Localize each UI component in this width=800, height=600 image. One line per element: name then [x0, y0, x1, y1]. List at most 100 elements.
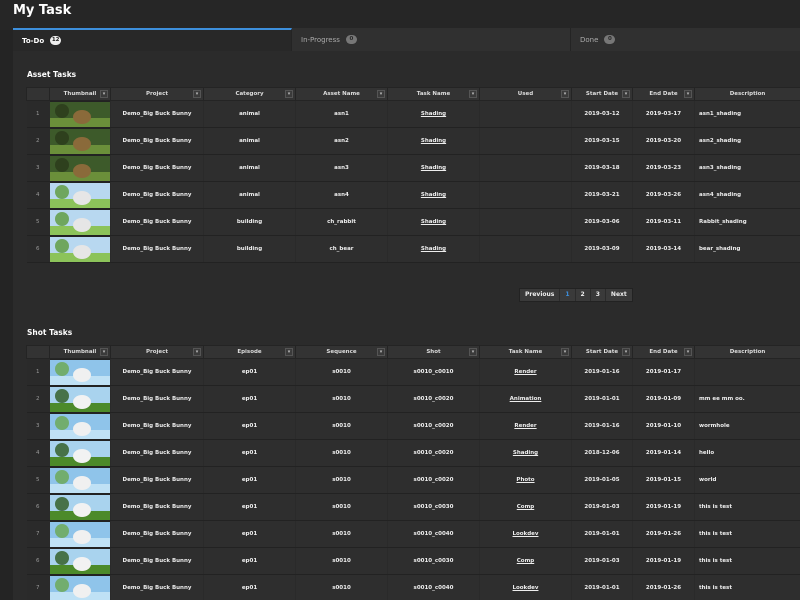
end-date-cell: 2019-03-20	[632, 127, 695, 155]
column-dropdown-icon[interactable]: ▾	[285, 348, 293, 356]
task-name-link[interactable]: Shading	[421, 246, 446, 252]
column-header[interactable]: Shot ▾	[387, 345, 480, 359]
column-dropdown-icon[interactable]: ▾	[193, 90, 201, 98]
table-row[interactable]: 7 Demo_Big Buck Bunny ep01 s0010 s0010_c0040…	[26, 574, 800, 600]
column-header[interactable]: End Date ▾	[632, 87, 695, 101]
column-header[interactable]: Project ▾	[110, 87, 204, 101]
column-header[interactable]: Category ▾	[203, 87, 296, 101]
column-dropdown-icon[interactable]: ▾	[561, 90, 569, 98]
thumbnail-cell[interactable]	[49, 127, 111, 155]
column-dropdown-icon[interactable]: ▾	[193, 348, 201, 356]
table-row[interactable]: 4 Demo_Big Buck Bunny animal asn4 Shading 201…	[26, 181, 800, 209]
column-header[interactable]: Start Date ▾	[571, 87, 633, 101]
task-name-cell: Render	[479, 412, 572, 440]
pagination-page-2[interactable]: 2	[576, 289, 591, 301]
thumbnail-cell[interactable]	[49, 547, 111, 575]
thumbnail-cell[interactable]	[49, 358, 111, 386]
table-row[interactable]: 5 Demo_Big Buck Bunny ep01 s0010 s0010_c0020…	[26, 466, 800, 494]
thumbnail-cell[interactable]	[49, 493, 111, 521]
table-row[interactable]: 1 Demo_Big Buck Bunny animal asn1 Shading 201…	[26, 100, 800, 128]
table-row[interactable]: 2 Demo_Big Buck Bunny animal asn2 Shading 201…	[26, 127, 800, 155]
column-header[interactable]: Used ▾	[479, 87, 572, 101]
task-name-link[interactable]: Photo	[516, 477, 534, 483]
table-row[interactable]: 2 Demo_Big Buck Bunny ep01 s0010 s0010_c0020…	[26, 385, 800, 413]
column-header[interactable]: Thumbnail ▾	[49, 345, 111, 359]
table-row[interactable]: 6 Demo_Big Buck Bunny ep01 s0010 s0010_c0030…	[26, 493, 800, 521]
tab-in-progress[interactable]: In-Progress 0	[292, 28, 571, 51]
task-name-link[interactable]: Comp	[517, 558, 534, 564]
table-row[interactable]: 4 Demo_Big Buck Bunny ep01 s0010 s0010_c0020…	[26, 439, 800, 467]
pagination-previous-button[interactable]: Previous	[520, 289, 561, 301]
project-cell: Demo_Big Buck Bunny	[110, 181, 204, 209]
column-header[interactable]: End Date ▾	[632, 345, 695, 359]
column-dropdown-icon[interactable]: ▾	[684, 348, 692, 356]
table-row[interactable]: 5 Demo_Big Buck Bunny building ch_rabbit Sha…	[26, 208, 800, 236]
column-header[interactable]: Task Name ▾	[387, 87, 480, 101]
column-header[interactable]: Start Date ▾	[571, 345, 633, 359]
column-header[interactable]: Sequence ▾	[295, 345, 388, 359]
column-header[interactable]: Asset Name ▾	[295, 87, 388, 101]
task-name-link[interactable]: Shading	[421, 165, 446, 171]
thumbnail-cell[interactable]	[49, 412, 111, 440]
task-name-link[interactable]: Shading	[513, 450, 538, 456]
thumbnail-cell[interactable]	[49, 385, 111, 413]
thumbnail-cell[interactable]	[49, 208, 111, 236]
task-name-link[interactable]: Comp	[517, 504, 534, 510]
column-header[interactable]: Thumbnail ▾	[49, 87, 111, 101]
column-dropdown-icon[interactable]: ▾	[377, 348, 385, 356]
table-row[interactable]: 6 Demo_Big Buck Bunny ep01 s0010 s0010_c0030…	[26, 547, 800, 575]
row-index: 6	[26, 547, 50, 575]
column-dropdown-icon[interactable]: ▾	[285, 90, 293, 98]
task-name-link[interactable]: Lookdev	[513, 531, 539, 537]
column-header[interactable]: Task Name ▾	[479, 345, 572, 359]
column-dropdown-icon[interactable]: ▾	[561, 348, 569, 356]
task-name-link[interactable]: Shading	[421, 138, 446, 144]
task-name-link[interactable]: Render	[514, 369, 536, 375]
column-header-label: Asset Name	[323, 91, 360, 97]
table-row[interactable]: 3 Demo_Big Buck Bunny ep01 s0010 s0010_c0020…	[26, 412, 800, 440]
shot-cell: s0010_c0030	[387, 547, 480, 575]
column-dropdown-icon[interactable]: ▾	[684, 90, 692, 98]
thumbnail-cell[interactable]	[49, 235, 111, 263]
column-header[interactable]: Episode ▾	[203, 345, 296, 359]
thumbnail-cell[interactable]	[49, 100, 111, 128]
task-name-link[interactable]: Lookdev	[513, 585, 539, 591]
thumbnail-image	[50, 413, 110, 439]
top-bar: My Task	[0, 0, 800, 30]
task-name-link[interactable]: Animation	[510, 396, 542, 402]
table-row[interactable]: 7 Demo_Big Buck Bunny ep01 s0010 s0010_c0040…	[26, 520, 800, 548]
table-row[interactable]: 6 Demo_Big Buck Bunny building ch_bear Shadi…	[26, 235, 800, 263]
column-dropdown-icon[interactable]: ▾	[469, 348, 477, 356]
column-dropdown-icon[interactable]: ▾	[469, 90, 477, 98]
thumbnail-cell[interactable]	[49, 574, 111, 600]
column-dropdown-icon[interactable]: ▾	[100, 348, 108, 356]
task-name-link[interactable]: Render	[514, 423, 536, 429]
thumbnail-cell[interactable]	[49, 466, 111, 494]
column-dropdown-icon[interactable]: ▾	[622, 90, 630, 98]
thumbnail-cell[interactable]	[49, 154, 111, 182]
column-dropdown-icon[interactable]: ▾	[622, 348, 630, 356]
tab-todo[interactable]: To-Do 12	[13, 28, 292, 51]
column-dropdown-icon[interactable]: ▾	[377, 90, 385, 98]
pagination-page-1[interactable]: 1	[560, 289, 576, 301]
task-name-link[interactable]: Shading	[421, 219, 446, 225]
thumbnail-cell[interactable]	[49, 181, 111, 209]
column-header[interactable]: Description	[694, 87, 800, 101]
pagination-next-button[interactable]: Next	[606, 289, 632, 301]
column-header[interactable]: Description	[694, 345, 800, 359]
task-name-link[interactable]: Shading	[421, 192, 446, 198]
row-index: 7	[26, 520, 50, 548]
task-name-link[interactable]: Shading	[421, 111, 446, 117]
pagination-page-3[interactable]: 3	[591, 289, 606, 301]
used-cell	[479, 208, 572, 236]
thumbnail-cell[interactable]	[49, 520, 111, 548]
column-dropdown-icon[interactable]: ▾	[100, 90, 108, 98]
table-row[interactable]: 1 Demo_Big Buck Bunny ep01 s0010 s0010_c0010…	[26, 358, 800, 386]
project-cell: Demo_Big Buck Bunny	[110, 439, 204, 467]
tab-label: In-Progress	[301, 35, 340, 44]
table-row[interactable]: 3 Demo_Big Buck Bunny animal asn3 Shading 201…	[26, 154, 800, 182]
thumbnail-cell[interactable]	[49, 439, 111, 467]
thumbnail-image	[50, 359, 110, 385]
column-header[interactable]: Project ▾	[110, 345, 204, 359]
tab-done[interactable]: Done 0	[571, 28, 800, 51]
